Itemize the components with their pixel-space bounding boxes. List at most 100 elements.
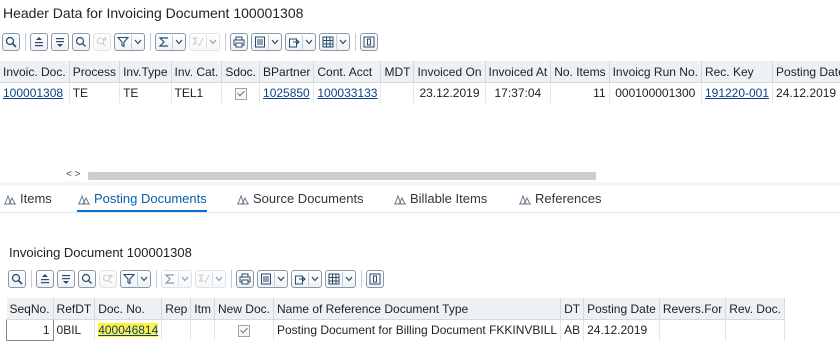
toolbar-separator (25, 33, 26, 51)
tab-label: Items (20, 191, 52, 206)
sum-icon[interactable] (161, 270, 192, 288)
zoom-icon[interactable] (8, 270, 26, 288)
no-items-cell: 11 (550, 82, 610, 103)
column-header[interactable]: BPartner (259, 61, 315, 83)
column-header[interactable]: Revers.For (659, 298, 727, 320)
column-header[interactable]: DT (560, 298, 585, 320)
view-icon[interactable] (251, 33, 282, 51)
tab-source-documents[interactable]: Source Documents (236, 191, 364, 206)
scroll-thumb[interactable] (88, 172, 596, 180)
sort-descending-icon[interactable] (57, 270, 75, 288)
table-row[interactable]: 100001308 TE TE TEL1 1025850 100033133 2… (0, 82, 840, 103)
column-header[interactable]: Sdoc. (221, 61, 261, 83)
column-header[interactable]: Process (69, 61, 121, 83)
itm-cell (190, 319, 215, 341)
rec-key-link[interactable]: 191220-001 (705, 86, 769, 100)
toolbar-separator (361, 270, 362, 288)
posting-title: Invoicing Document 100001308 (9, 245, 192, 260)
run-no-cell: 000100001300 (609, 82, 702, 103)
rev-doc-cell (725, 319, 785, 341)
tab-label: References (535, 191, 602, 206)
sum-icon[interactable] (155, 33, 186, 51)
header-table-head: Invoic. Doc. Process Inv.Type Inv. Cat. … (0, 61, 840, 83)
column-header[interactable]: Rev. Doc. (725, 298, 785, 320)
horizontal-scrollbar[interactable]: < > (62, 169, 598, 182)
print-icon[interactable] (230, 33, 248, 51)
posting-date-cell: 24.12.2019 (772, 82, 840, 103)
column-header[interactable]: Inv.Type (119, 61, 172, 83)
sort-descending-icon[interactable] (51, 33, 69, 51)
bpartner-link[interactable]: 1025850 (263, 86, 310, 100)
column-header[interactable]: Name of Reference Document Type (273, 298, 562, 320)
bpartner-link-cell[interactable]: 1025850 (259, 82, 315, 103)
tab-billable-items[interactable]: Billable Items (393, 191, 487, 206)
tab-references[interactable]: References (518, 191, 601, 206)
process-cell: TE (69, 82, 121, 103)
sort-ascending-icon[interactable] (30, 33, 48, 51)
inv-type-cell: TE (119, 82, 172, 103)
column-header[interactable]: Inv. Cat. (171, 61, 223, 83)
filter-icon[interactable] (120, 270, 151, 288)
column-header[interactable]: Invoic. Doc. (0, 61, 70, 83)
column-header[interactable]: Invoiced On (413, 61, 486, 83)
refdt-cell: 0BIL (53, 319, 96, 341)
header-table: Invoic. Doc. Process Inv.Type Inv. Cat. … (0, 61, 840, 103)
posting-toolbar (8, 268, 387, 290)
subtotal-icon[interactable] (195, 270, 226, 288)
export-icon[interactable] (291, 270, 322, 288)
seq-cell[interactable]: 1 (6, 319, 54, 341)
cont-acct-link[interactable]: 100033133 (317, 86, 377, 100)
cont-acct-link-cell[interactable]: 100033133 (313, 82, 382, 103)
scroll-arrows[interactable]: < > (66, 169, 80, 180)
export-icon[interactable] (285, 33, 316, 51)
view-icon[interactable] (257, 270, 288, 288)
filter-icon[interactable] (114, 33, 145, 51)
column-header[interactable]: Rec. Key (701, 61, 774, 83)
tab-bar: Items Posting Documents Source Documents… (0, 186, 840, 213)
toolbar-separator (156, 270, 157, 288)
find-icon[interactable] (78, 270, 96, 288)
tab-posting-documents[interactable]: Posting Documents (77, 191, 207, 212)
zoom-icon[interactable] (2, 33, 20, 51)
sdoc-checkbox (234, 87, 247, 100)
rec-key-link-cell[interactable]: 191220-001 (701, 82, 774, 103)
column-header[interactable]: Posting Date (772, 61, 840, 83)
toolbar-separator (231, 270, 232, 288)
column-header[interactable]: RefDT (53, 298, 96, 320)
column-header[interactable]: MDT (380, 61, 415, 83)
invoicing-doc-value[interactable]: 100001308 (3, 86, 63, 100)
layout-icon[interactable] (319, 33, 350, 51)
info-icon[interactable] (360, 33, 378, 51)
find-next-icon[interactable] (93, 33, 111, 51)
column-header[interactable]: Invoiced At (485, 61, 552, 83)
layout-icon[interactable] (325, 270, 356, 288)
invoicing-doc-link[interactable]: 100001308 (0, 82, 70, 103)
tab-items[interactable]: Items (3, 191, 52, 206)
find-next-icon[interactable] (99, 270, 117, 288)
subtotal-icon[interactable] (189, 33, 220, 51)
doc-no-cell[interactable]: 400046814 (94, 319, 163, 341)
print-icon[interactable] (236, 270, 254, 288)
toolbar-separator (225, 33, 226, 51)
column-header[interactable]: Rep (161, 298, 192, 320)
inv-cat-cell: TEL1 (171, 82, 223, 103)
column-header[interactable]: Itm (190, 298, 215, 320)
column-header[interactable]: Doc. No. (94, 298, 163, 320)
posting-table-head: SeqNo. RefDT Doc. No. Rep Itm New Doc. N… (6, 298, 785, 320)
tab-label: Source Documents (253, 191, 364, 206)
new-doc-cell (214, 319, 274, 341)
dt-cell: AB (560, 319, 585, 341)
column-header[interactable]: No. Items (550, 61, 610, 83)
tree-icon (3, 193, 17, 205)
column-header[interactable]: Cont. Acct (313, 61, 382, 83)
column-header[interactable]: Posting Date (583, 298, 660, 320)
find-icon[interactable] (72, 33, 90, 51)
column-header[interactable]: New Doc. (214, 298, 274, 320)
seq-value: 1 (42, 323, 50, 337)
doc-no-link[interactable]: 400046814 (98, 323, 159, 338)
sort-ascending-icon[interactable] (36, 270, 54, 288)
column-header[interactable]: Invoicg Run No. (609, 61, 702, 83)
info-icon[interactable] (366, 270, 384, 288)
column-header[interactable]: SeqNo. (6, 298, 54, 320)
table-row[interactable]: 1 0BIL 400046814 Posting Document for Bi… (6, 319, 785, 341)
